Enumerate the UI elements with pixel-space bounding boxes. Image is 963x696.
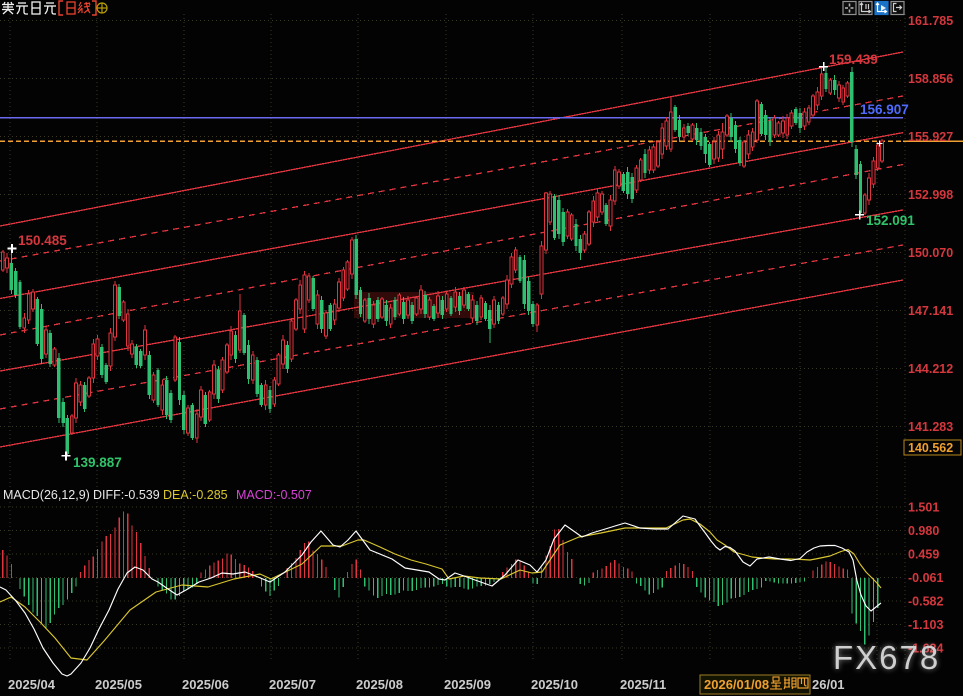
- svg-text:-0.061: -0.061: [908, 571, 943, 585]
- svg-text:0.980: 0.980: [908, 524, 939, 538]
- svg-text:26/01: 26/01: [812, 677, 845, 692]
- svg-text:0.459: 0.459: [908, 548, 939, 562]
- svg-text:152.998: 152.998: [908, 188, 953, 202]
- svg-text:DIFF:-0.539: DIFF:-0.539: [93, 488, 160, 502]
- svg-text:158.856: 158.856: [908, 72, 953, 86]
- svg-text:2025/08: 2025/08: [356, 677, 403, 692]
- svg-text:FX678: FX678: [833, 639, 940, 676]
- svg-text:1.501: 1.501: [908, 501, 939, 515]
- svg-text:140.562: 140.562: [908, 441, 953, 455]
- svg-text:2025/07: 2025/07: [269, 677, 316, 692]
- svg-text:141.283: 141.283: [908, 420, 953, 434]
- svg-text:155.927: 155.927: [908, 130, 953, 144]
- svg-text:150.485: 150.485: [18, 233, 67, 248]
- svg-text:147.141: 147.141: [908, 304, 953, 318]
- svg-text:2025/05: 2025/05: [95, 677, 142, 692]
- svg-text:2025/10: 2025/10: [531, 677, 578, 692]
- svg-text:2025/04: 2025/04: [8, 677, 56, 692]
- svg-text:139.887: 139.887: [73, 455, 122, 470]
- svg-text:MACD:-0.507: MACD:-0.507: [236, 488, 312, 502]
- svg-text:2025/06: 2025/06: [182, 677, 229, 692]
- svg-text:150.070: 150.070: [908, 246, 953, 260]
- svg-text:152.091: 152.091: [866, 213, 915, 228]
- svg-text:159.439: 159.439: [829, 52, 878, 67]
- svg-text:161.785: 161.785: [908, 14, 953, 28]
- svg-text:2026/01/08: 2026/01/08: [704, 677, 769, 692]
- svg-text:MACD(26,12,9): MACD(26,12,9): [3, 488, 90, 502]
- svg-text:144.212: 144.212: [908, 362, 953, 376]
- svg-text:DEA:-0.285: DEA:-0.285: [163, 488, 228, 502]
- svg-text:156.907: 156.907: [860, 102, 909, 117]
- svg-text:-1.103: -1.103: [908, 618, 943, 632]
- svg-text:2025/09: 2025/09: [444, 677, 491, 692]
- svg-text:-0.582: -0.582: [908, 595, 943, 609]
- svg-text:2025/11: 2025/11: [620, 677, 666, 692]
